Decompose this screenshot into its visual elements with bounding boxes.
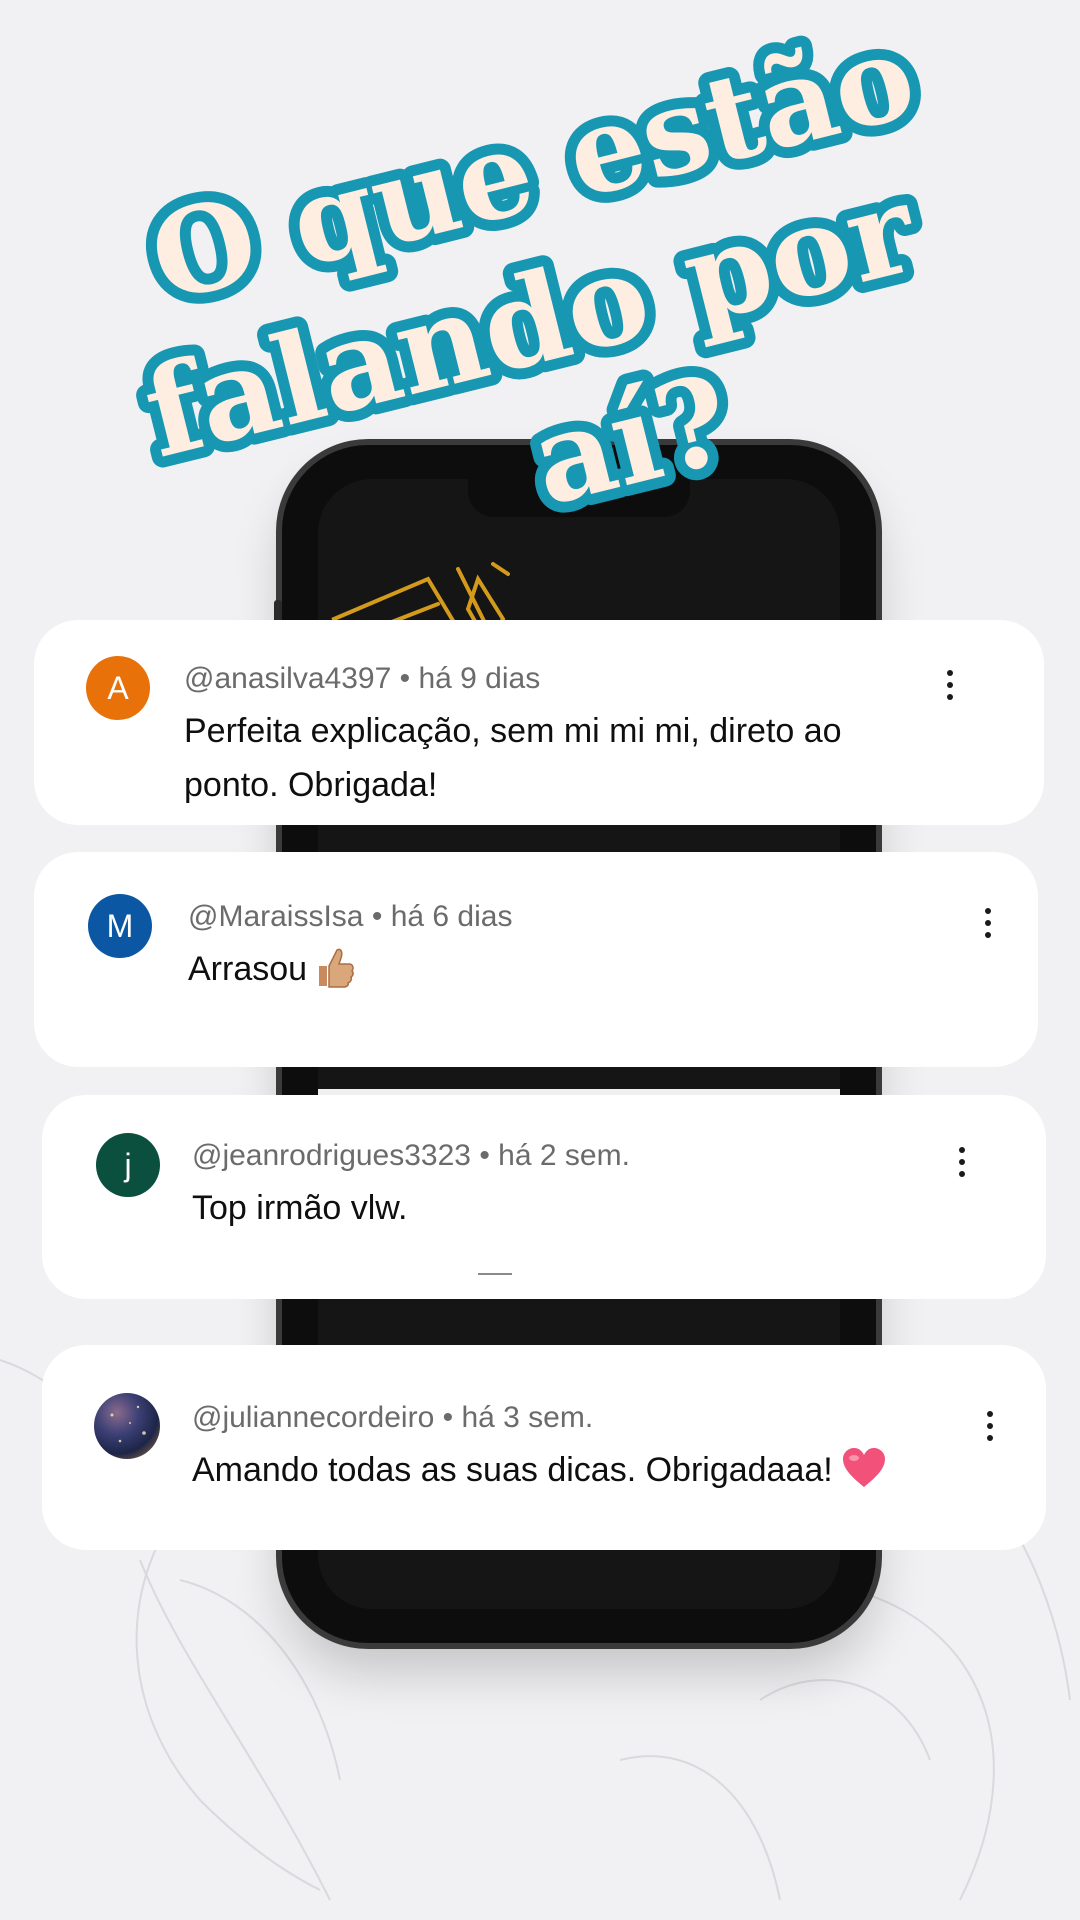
drag-handle [478, 1273, 512, 1275]
comment-card: @juliannecordeiro • há 3 sem. Amando tod… [42, 1345, 1046, 1550]
meta-separator: • [470, 1139, 499, 1172]
avatar[interactable]: M [88, 894, 152, 958]
comment-text-line: Arrasou [188, 950, 308, 988]
more-options-icon[interactable] [950, 1147, 974, 1187]
comment-time: há 3 sem. [461, 1401, 594, 1434]
comment-meta: @MaraissIsa • há 6 dias [188, 900, 512, 934]
comment-meta: @anasilva4397 • há 9 dias [184, 662, 540, 696]
comment-text-line: Top irmão vlw. [192, 1189, 408, 1227]
comment-card: M @MaraissIsa • há 6 dias Arrasou [34, 852, 1038, 1067]
thumbs-up-icon [315, 946, 355, 1004]
avatar[interactable] [94, 1393, 160, 1459]
comment-time: há 6 dias [390, 900, 513, 933]
meta-separator: • [363, 900, 391, 933]
avatar[interactable]: A [86, 656, 150, 720]
comment-text: Top irmão vlw. [192, 1181, 407, 1235]
comment-card: j @jeanrodrigues3323 • há 2 sem. Top irm… [42, 1095, 1046, 1299]
comment-text-line: Perfeita explicação, sem mi mi mi, diret… [184, 712, 842, 750]
heart-icon [841, 1447, 887, 1505]
headline: O que estão falando por aí? [120, 0, 941, 544]
comment-text: Perfeita explicação, sem mi mi mi, diret… [184, 704, 984, 812]
comment-username[interactable]: @jeanrodrigues3323 [192, 1139, 471, 1172]
comment-username[interactable]: @juliannecordeiro [192, 1401, 434, 1434]
comment-username[interactable]: @anasilva4397 [184, 662, 391, 695]
comment-card: A @anasilva4397 • há 9 dias Perfeita exp… [34, 620, 1044, 825]
more-options-icon[interactable] [938, 670, 962, 710]
more-options-icon[interactable] [976, 908, 1000, 948]
avatar[interactable]: j [96, 1133, 160, 1197]
comment-time: há 2 sem. [498, 1139, 630, 1172]
photo-avatar-image [110, 1405, 146, 1443]
meta-separator: • [391, 662, 419, 695]
comment-text: Arrasou [188, 942, 355, 1004]
comment-text-line: Amando todas as suas dicas. Obrigadaaa! [192, 1451, 833, 1489]
comment-username[interactable]: @MaraissIsa [188, 900, 364, 933]
comment-meta: @jeanrodrigues3323 • há 2 sem. [192, 1139, 630, 1173]
comment-meta: @juliannecordeiro • há 3 sem. [192, 1401, 593, 1435]
meta-separator: • [434, 1401, 462, 1434]
more-options-icon[interactable] [978, 1411, 1002, 1451]
comment-text-line: ponto. Obrigada! [184, 766, 438, 804]
comment-text: Amando todas as suas dicas. Obrigadaaa! [192, 1443, 887, 1505]
comment-time: há 9 dias [418, 662, 541, 695]
